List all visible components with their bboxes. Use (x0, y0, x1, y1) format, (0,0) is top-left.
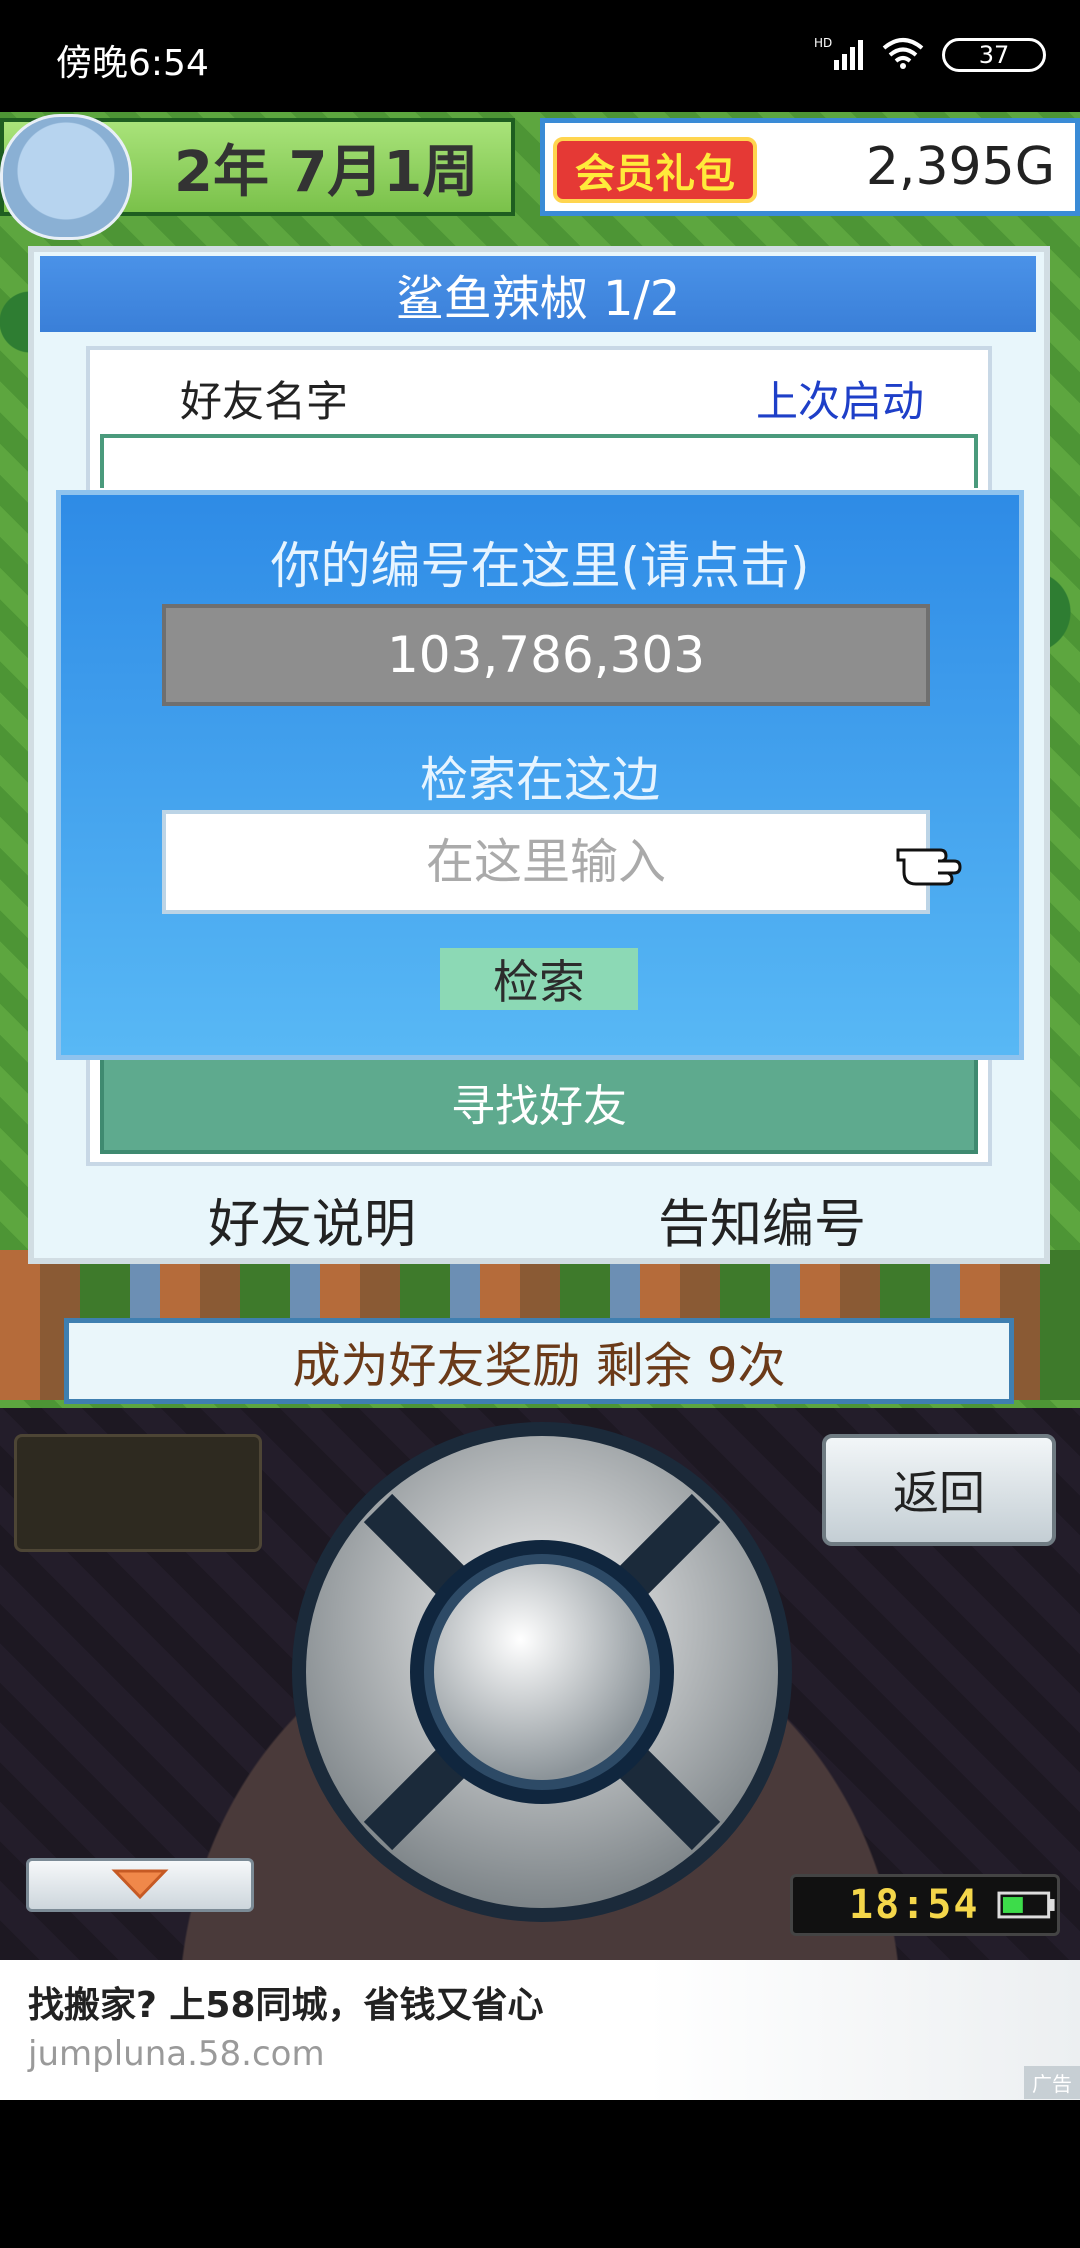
list-item[interactable] (100, 434, 978, 488)
battery-icon (997, 1891, 1056, 1919)
dpad[interactable] (288, 1418, 796, 1926)
member-gift-button[interactable]: 会员礼包 (553, 137, 757, 203)
controller-slot (14, 1434, 262, 1552)
column-last-launch: 上次启动 (756, 377, 925, 426)
chevron-down-icon (111, 1869, 169, 1900)
ad-tag: 广告 (1024, 2066, 1080, 2099)
ad-url[interactable]: jumpluna.58.com (28, 2034, 325, 2074)
game-clock: 18:54 (790, 1874, 1060, 1936)
find-friends-button[interactable]: 寻找好友 (100, 1050, 978, 1154)
tell-id-button[interactable]: 告知编号 (658, 1182, 866, 1257)
back-button[interactable]: 返回 (822, 1434, 1056, 1546)
column-friend-name: 好友名字 (180, 377, 349, 426)
assistive-touch-icon[interactable] (0, 114, 132, 240)
clock-time: 18:54 (849, 1882, 980, 1928)
your-id-label: 你的编号在这里(请点击) (270, 537, 810, 595)
friend-help-button[interactable]: 好友说明 (208, 1182, 416, 1257)
signal-icon: HD (814, 36, 864, 74)
your-id-button[interactable]: 103,786,303 (162, 604, 930, 706)
friend-bonus-bar: 成为好友奖励 剩余 9次 (64, 1318, 1014, 1404)
ad-title[interactable]: 找搬家? 上58同城，省钱又省心 (28, 1976, 544, 2028)
svg-text:HD: HD (814, 36, 832, 50)
search-input[interactable] (162, 810, 930, 914)
game-hud: 2年 7月1周 会员礼包 2,395G (0, 112, 1080, 222)
search-button[interactable]: 检索 (440, 948, 638, 1010)
pointing-hand-icon (894, 836, 970, 886)
status-icons: HD 37 (814, 36, 1046, 74)
battery-indicator: 37 (942, 38, 1046, 72)
money-panel: 会员礼包 2,395G (540, 118, 1080, 216)
dialog-title: 鲨鱼辣椒 1/2 (40, 256, 1036, 332)
money-value: 2,395G (865, 137, 1055, 197)
status-bar: 傍晚6:54 HD 37 (0, 0, 1080, 112)
search-label: 检索在这边 (419, 752, 660, 808)
status-time: 傍晚6:54 (56, 43, 209, 84)
scroll-down-button[interactable] (26, 1858, 254, 1912)
wifi-icon (882, 36, 924, 74)
